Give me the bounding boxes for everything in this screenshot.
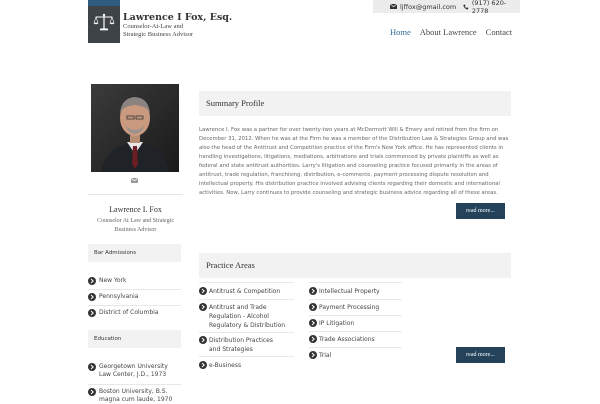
nav-home[interactable]: Home [390, 27, 411, 37]
bar-admission-label: Pennsylvania [99, 293, 139, 300]
education-label: Boston University, B.S. magna cum laude,… [99, 388, 173, 403]
summary-read-more-button[interactable]: read more... [456, 203, 505, 219]
sidebar-title: Counselor At Law and Strategic Business … [97, 218, 174, 233]
arrow-circle-icon [309, 303, 317, 311]
email-text[interactable]: ljffox@gmail.com [400, 3, 456, 11]
brand-tagline: Counselor-At-Law and Strategic Business … [123, 23, 194, 38]
main-nav: Home About Lawrence Contact [390, 27, 512, 37]
practice-area-label[interactable]: Distribution Practices and Strategies [209, 336, 279, 354]
column-divider [199, 282, 294, 283]
bar-admissions-heading: Bar Admissions [88, 244, 181, 262]
summary-text: Lawrence I. Fox was a partner for over t… [199, 127, 509, 196]
sidebar-name: Lawrence I. Fox [109, 205, 162, 214]
summary-heading: Summary Profile [199, 91, 511, 116]
brand-name[interactable]: Lawrence I Fox, Esq. [123, 12, 232, 23]
arrow-circle-icon [88, 309, 96, 317]
row-divider [88, 305, 181, 306]
contact-bar: ljffox@gmail.com (917) 620-2778 [373, 0, 520, 15]
arrow-circle-icon [199, 287, 207, 295]
arrow-circle-icon [199, 336, 207, 344]
practice-area-label[interactable]: Intellectual Property [319, 287, 402, 296]
phone-contact[interactable]: (917) 620-2778 [463, 0, 520, 15]
practice-area-label[interactable]: Trade Associations [319, 335, 402, 344]
scales-of-justice-icon [93, 13, 115, 31]
row-divider [88, 384, 181, 385]
phone-text[interactable]: (917) 620-2778 [472, 0, 520, 15]
row-divider [199, 356, 294, 357]
education-heading: Education [88, 330, 181, 348]
practice-area-label[interactable]: Antitrust and Trade Regulation - Alcohol… [209, 303, 294, 330]
email-contact[interactable]: ljffox@gmail.com [390, 3, 456, 11]
bar-admission-label: District of Columbia [99, 309, 159, 316]
arrow-circle-icon [88, 293, 96, 301]
practice-areas-heading: Practice Areas [199, 253, 511, 278]
arrow-circle-icon [309, 335, 317, 343]
logo-stripe [88, 0, 120, 6]
arrow-circle-icon [199, 361, 207, 369]
row-divider [309, 331, 402, 332]
practice-area-label[interactable]: Payment Processing [319, 303, 402, 312]
arrow-circle-icon [199, 303, 207, 311]
practice-area-label[interactable]: Antitrust & Competition [209, 287, 294, 296]
column-divider [309, 282, 402, 283]
arrow-circle-icon [309, 351, 317, 359]
row-divider [309, 347, 402, 348]
practice-area-label[interactable]: Trial [319, 351, 402, 360]
profile-photo [91, 84, 179, 172]
arrow-circle-icon [309, 319, 317, 327]
sidebar-divider [88, 194, 183, 195]
row-divider [309, 315, 402, 316]
arrow-circle-icon [309, 287, 317, 295]
practice-read-more-button[interactable]: read more... [456, 347, 505, 363]
arrow-circle-icon [88, 363, 96, 371]
practice-area-label[interactable]: IP Litigation [319, 319, 402, 328]
row-divider [88, 289, 181, 290]
logo[interactable] [88, 0, 120, 43]
arrow-circle-icon [88, 388, 96, 396]
envelope-icon [390, 4, 397, 9]
phone-icon [463, 4, 469, 9]
bar-admission-label: New York [99, 277, 127, 284]
arrow-circle-icon [88, 277, 96, 285]
mail-icon[interactable] [131, 178, 138, 183]
row-divider [199, 332, 294, 333]
practice-area-label[interactable]: e-Business [209, 361, 294, 370]
education-label: Georgetown University Law Center, J.D., … [99, 363, 168, 378]
row-divider [309, 299, 402, 300]
nav-about[interactable]: About Lawrence [420, 27, 477, 37]
nav-contact[interactable]: Contact [486, 27, 512, 37]
row-divider [199, 299, 294, 300]
